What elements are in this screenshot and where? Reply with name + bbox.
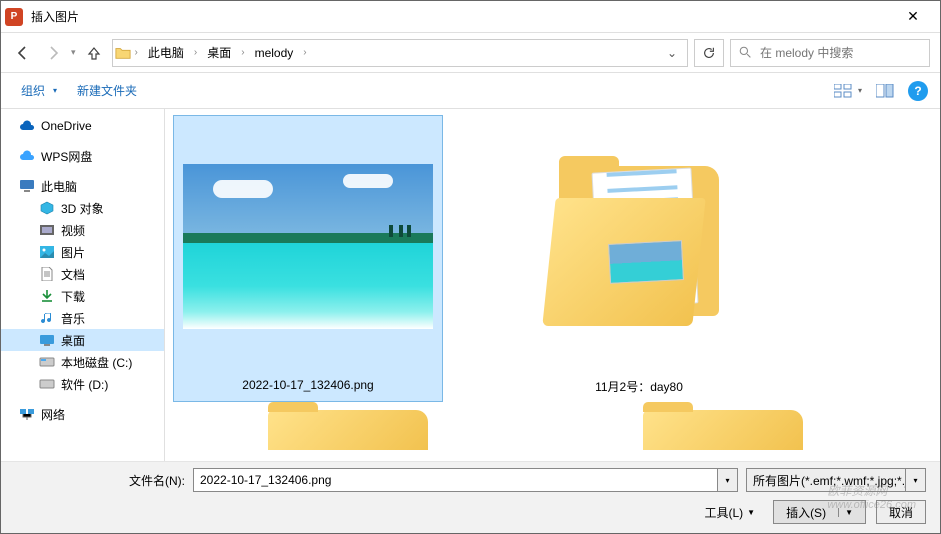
chevron-down-icon: ▼ <box>747 508 755 517</box>
sidebar-item-pictures[interactable]: 图片 <box>1 241 164 263</box>
file-label: 2022-10-17_132406.png <box>238 374 377 396</box>
filename-label: 文件名(N): <box>115 472 185 489</box>
search-input[interactable] <box>760 46 921 60</box>
image-thumbnail <box>183 164 433 329</box>
footer: 文件名(N): ▾ 所有图片(*.emf;*.wmf;*.jpg;*.j ▾ 工… <box>1 461 940 533</box>
filename-dropdown[interactable]: ▾ <box>718 468 738 492</box>
cloud-icon <box>19 118 35 134</box>
disk-icon <box>39 354 55 370</box>
search-box[interactable] <box>730 39 930 67</box>
view-dropdown-icon[interactable]: ▾ <box>858 86 862 95</box>
app-icon: P <box>5 8 23 26</box>
preview-pane-icon[interactable] <box>876 82 894 100</box>
file-list[interactable]: 2022-10-17_132406.png 11月2号：day80 <box>165 109 940 461</box>
close-button[interactable]: ✕ <box>890 1 936 33</box>
sidebar-item-label: 3D 对象 <box>61 200 104 217</box>
chevron-right-icon[interactable]: › <box>301 47 308 58</box>
sidebar-item-label: 音乐 <box>61 310 85 327</box>
folder-icon[interactable] <box>643 410 803 450</box>
organize-button[interactable]: 组织 <box>13 78 65 103</box>
breadcrumb[interactable]: › 此电脑 › 桌面 › melody › ⌄ <box>112 39 688 67</box>
breadcrumb-item-desktop[interactable]: 桌面 <box>201 41 237 65</box>
chevron-right-icon[interactable]: › <box>133 47 140 58</box>
back-button[interactable] <box>11 41 35 65</box>
chevron-right-icon[interactable]: › <box>239 47 246 58</box>
breadcrumb-item-pc[interactable]: 此电脑 <box>142 41 190 65</box>
sidebar-item-desktop[interactable]: 桌面 <box>1 329 164 351</box>
sidebar: OneDrive WPS网盘 此电脑 3D 对象 视频 图片 文档 <box>1 109 165 461</box>
help-icon[interactable]: ? <box>908 81 928 101</box>
tools-button[interactable]: 工具(L) ▼ <box>704 504 755 521</box>
breadcrumb-dropdown[interactable]: ⌄ <box>659 40 685 66</box>
folder-icon[interactable] <box>268 410 428 450</box>
video-icon <box>39 222 55 238</box>
title-bar: P 插入图片 ✕ <box>1 1 940 33</box>
filetype-value: 所有图片(*.emf;*.wmf;*.jpg;*.j <box>746 468 906 492</box>
download-icon <box>39 288 55 304</box>
view-thumbnails-icon[interactable] <box>834 82 852 100</box>
file-item-folder[interactable]: 11月2号：day80 <box>459 115 819 402</box>
sidebar-item-disk-d[interactable]: 软件 (D:) <box>1 373 164 395</box>
chevron-right-icon[interactable]: › <box>192 47 199 58</box>
sidebar-item-label: OneDrive <box>41 119 92 133</box>
filetype-select[interactable]: 所有图片(*.emf;*.wmf;*.jpg;*.j ▾ <box>746 468 926 492</box>
partial-folder-row <box>173 402 932 450</box>
sidebar-item-label: 网络 <box>41 406 65 423</box>
music-icon <box>39 310 55 326</box>
sidebar-item-label: 图片 <box>61 244 85 261</box>
filename-input[interactable] <box>193 468 718 492</box>
breadcrumb-item-melody[interactable]: melody <box>249 41 300 65</box>
insert-button[interactable]: 插入(S) ▼ <box>773 500 866 524</box>
document-icon <box>39 266 55 282</box>
sidebar-item-label: 下载 <box>61 288 85 305</box>
sidebar-item-pc[interactable]: 此电脑 <box>1 175 164 197</box>
sidebar-item-documents[interactable]: 文档 <box>1 263 164 285</box>
sidebar-item-network[interactable]: 网络 <box>1 403 164 425</box>
body: OneDrive WPS网盘 此电脑 3D 对象 视频 图片 文档 <box>1 109 940 461</box>
sidebar-item-label: WPS网盘 <box>41 148 92 165</box>
toolbar: 组织 新建文件夹 ▾ ? <box>1 73 940 109</box>
sidebar-item-label: 文档 <box>61 266 85 283</box>
up-button[interactable] <box>82 41 106 65</box>
sidebar-item-label: 桌面 <box>61 332 85 349</box>
folder-icon <box>539 146 739 346</box>
insert-dropdown[interactable]: ▼ <box>838 508 853 517</box>
cancel-button[interactable]: 取消 <box>876 500 926 524</box>
refresh-button[interactable] <box>694 39 724 67</box>
forward-button[interactable] <box>41 41 65 65</box>
network-icon <box>19 406 35 422</box>
search-icon <box>739 46 752 59</box>
sidebar-item-label: 软件 (D:) <box>61 376 108 393</box>
sidebar-item-music[interactable]: 音乐 <box>1 307 164 329</box>
sidebar-item-label: 此电脑 <box>41 178 77 195</box>
wps-icon <box>19 148 35 164</box>
disk-icon <box>39 376 55 392</box>
file-label: 11月2号：day80 <box>591 374 687 399</box>
sidebar-item-label: 视频 <box>61 222 85 239</box>
file-item-image[interactable]: 2022-10-17_132406.png <box>173 115 443 402</box>
new-folder-button[interactable]: 新建文件夹 <box>69 78 145 103</box>
sidebar-item-video[interactable]: 视频 <box>1 219 164 241</box>
navigation-bar: ▾ › 此电脑 › 桌面 › melody › ⌄ <box>1 33 940 73</box>
sidebar-item-3d[interactable]: 3D 对象 <box>1 197 164 219</box>
sidebar-item-label: 本地磁盘 (C:) <box>61 354 132 371</box>
filename-field[interactable]: ▾ <box>193 468 738 492</box>
filetype-dropdown[interactable]: ▾ <box>906 468 926 492</box>
desktop-icon <box>39 332 55 348</box>
sidebar-item-disk-c[interactable]: 本地磁盘 (C:) <box>1 351 164 373</box>
pc-icon <box>19 178 35 194</box>
sidebar-item-onedrive[interactable]: OneDrive <box>1 115 164 137</box>
sidebar-item-wps[interactable]: WPS网盘 <box>1 145 164 167</box>
recent-dropdown-icon[interactable]: ▾ <box>71 47 76 58</box>
cube-icon <box>39 200 55 216</box>
folder-icon <box>115 45 131 61</box>
pictures-icon <box>39 244 55 260</box>
sidebar-item-downloads[interactable]: 下载 <box>1 285 164 307</box>
dialog-title: 插入图片 <box>31 8 890 25</box>
